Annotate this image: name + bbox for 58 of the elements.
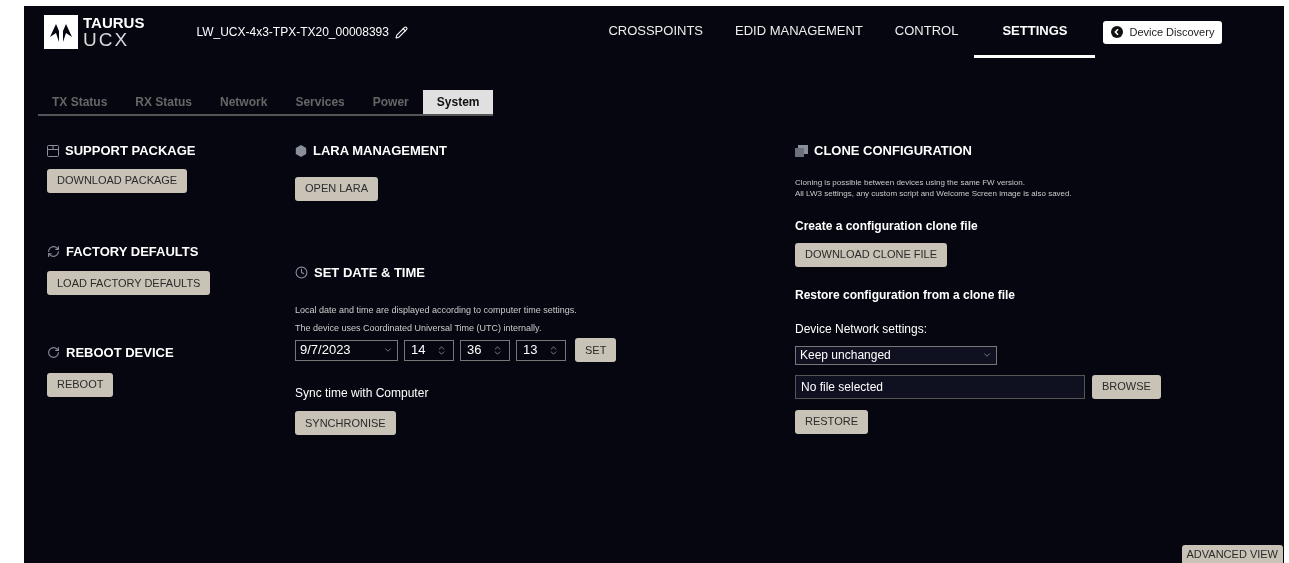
- section-title: FACTORY DEFAULTS: [66, 242, 199, 261]
- section-title: CLONE CONFIGURATION: [814, 142, 972, 160]
- rotate-icon: [47, 346, 60, 360]
- info-text: Cloning is possible between devices using the same FW version.: [795, 176, 1026, 188]
- load-factory-defaults-button[interactable]: LOAD FACTORY DEFAULTS: [47, 271, 211, 295]
- second-field[interactable]: 13: [516, 339, 566, 361]
- sync-label: Sync time with Computer: [295, 385, 430, 402]
- section-title: SUPPORT PACKAGE: [65, 142, 196, 160]
- hexagon-icon: [295, 144, 307, 157]
- sub-tab[interactable]: System: [422, 90, 494, 114]
- logo-text: UCX: [83, 30, 131, 49]
- info-text: Local date and time are displayed according to computer time settings.: [295, 304, 578, 317]
- subsection-heading: Restore configuration from a clone file: [795, 286, 1017, 304]
- back-icon: [1111, 26, 1124, 38]
- restore-button[interactable]: RESTORE: [795, 409, 868, 434]
- hour-field[interactable]: 14: [404, 339, 454, 361]
- section-title: LARA MANAGEMENT: [313, 142, 447, 160]
- network-settings-select[interactable]: Keep unchanged: [795, 345, 997, 365]
- chevron-down-icon: [383, 345, 393, 355]
- browse-button[interactable]: BROWSE: [1092, 374, 1161, 399]
- chevron-down-icon: [982, 350, 992, 360]
- info-text: All LW3 settings, any custom script and Welcome Screen image is also saved.: [795, 187, 1073, 199]
- sub-tab[interactable]: Network: [206, 90, 282, 114]
- download-clone-file-button[interactable]: DOWNLOAD CLONE FILE: [795, 242, 948, 267]
- synchronise-button[interactable]: SYNCHRONISE: [295, 411, 396, 435]
- device-discovery-button[interactable]: Device Discovery: [1103, 20, 1223, 44]
- file-field[interactable]: No file selected: [795, 374, 1085, 399]
- stepper-icon: [436, 344, 447, 356]
- sub-tab[interactable]: Power: [358, 90, 423, 114]
- section-title: REBOOT DEVICE: [66, 344, 174, 362]
- nav-tab[interactable]: EDID MANAGEMENT: [719, 6, 879, 58]
- edit-icon[interactable]: [394, 25, 408, 39]
- advanced-view-button[interactable]: ADVANCED VIEW: [1181, 545, 1283, 563]
- date-select[interactable]: 9/7/2023: [295, 339, 398, 361]
- package-icon: [47, 144, 59, 157]
- subsection-heading: Create a configuration clone file: [795, 217, 979, 235]
- logo-text: TAURUS: [83, 15, 145, 30]
- stepper-icon: [548, 344, 559, 356]
- download-package-button[interactable]: DOWNLOAD PACKAGE: [47, 168, 188, 193]
- open-lara-button[interactable]: OPEN LARA: [295, 176, 378, 201]
- reboot-button[interactable]: REBOOT: [47, 372, 114, 397]
- copy-icon: [795, 144, 808, 157]
- sub-tab[interactable]: TX Status: [38, 90, 122, 114]
- stepper-icon: [492, 344, 503, 356]
- nav-tab[interactable]: SETTINGS: [974, 6, 1096, 58]
- section-title: SET DATE & TIME: [314, 263, 425, 282]
- info-text: The device uses Coordinated Universal Time (UTC) internally.: [295, 322, 543, 335]
- network-settings-label: Device Network settings:: [795, 320, 929, 338]
- device-name: LW_UCX-4x3-TPX-TX20_00008393: [196, 24, 389, 41]
- logo-icon: [44, 15, 78, 49]
- refresh-icon: [47, 244, 60, 258]
- minute-field[interactable]: 36: [460, 339, 510, 361]
- sub-tab[interactable]: Services: [281, 90, 359, 114]
- clock-icon: [295, 265, 308, 279]
- nav-tab[interactable]: CONTROL: [878, 6, 975, 58]
- sub-tab[interactable]: RX Status: [121, 90, 207, 114]
- set-button[interactable]: SET: [575, 338, 617, 362]
- nav-tab[interactable]: CROSSPOINTS: [592, 6, 719, 58]
